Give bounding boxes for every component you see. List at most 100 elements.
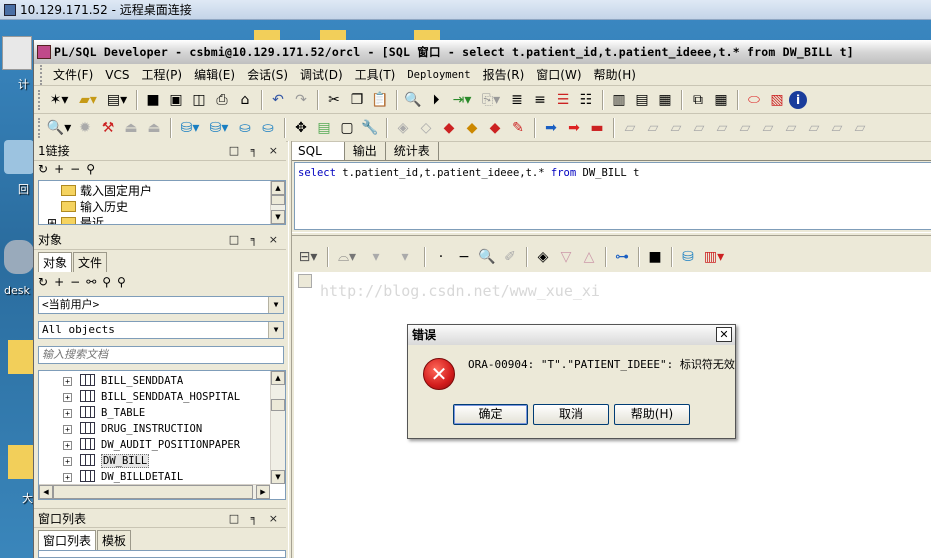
tab-statistics[interactable]: 统计表 xyxy=(386,142,439,160)
tree-item[interactable]: + DRUG_INSTRUCTION xyxy=(39,421,202,437)
print-preview-icon[interactable]: ⌂ xyxy=(234,89,256,111)
disabled-tool-5-icon[interactable]: ▱ xyxy=(711,117,733,139)
tab-files[interactable]: 文件 xyxy=(73,252,108,272)
tab-output[interactable]: 输出 xyxy=(345,142,386,160)
wrench-tool-icon[interactable]: 🔧 xyxy=(359,117,381,139)
copy-icon[interactable]: ❐ xyxy=(346,89,368,111)
chart-icon[interactable]: ▥▾ xyxy=(700,246,728,268)
tile-vertical-icon[interactable]: ▥ xyxy=(608,89,630,111)
refresh-icon[interactable]: ↻ xyxy=(38,275,54,289)
commit-icon[interactable]: ⏏ xyxy=(120,117,142,139)
disabled-tool-4-icon[interactable]: ▱ xyxy=(688,117,710,139)
chevron-down-icon[interactable]: ▼ xyxy=(268,322,283,338)
cube-red-icon[interactable]: ◆ xyxy=(438,117,460,139)
menu-tools[interactable]: 工具(T) xyxy=(349,64,402,86)
comment-icon[interactable]: ≣ xyxy=(506,89,528,111)
arrow-right-blue-icon[interactable]: ➡ xyxy=(540,117,562,139)
window-list-icon[interactable]: ⧉ xyxy=(687,89,709,111)
paste-icon[interactable]: 📋 xyxy=(369,89,391,111)
tab-sql[interactable]: SQL xyxy=(292,142,345,160)
disabled-tool-9-icon[interactable]: ▱ xyxy=(803,117,825,139)
minus-icon[interactable]: − xyxy=(453,246,475,268)
notes-icon[interactable]: ▤ xyxy=(313,117,335,139)
disabled-tool-1-icon[interactable]: ▱ xyxy=(619,117,641,139)
menu-window[interactable]: 窗口(W) xyxy=(530,64,587,86)
scroll-down-icon[interactable]: ▼ xyxy=(271,210,285,224)
lock-icon[interactable]: ⌓▾ xyxy=(333,246,361,268)
cut-icon[interactable]: ✂ xyxy=(323,89,345,111)
oracle-icon[interactable]: ⬭ xyxy=(743,89,765,111)
arrow-right-red-icon[interactable]: ➡ xyxy=(563,117,585,139)
scroll-left-icon[interactable]: ◀ xyxy=(39,485,53,499)
scroll-up-icon[interactable]: ▲ xyxy=(271,181,285,195)
error-dialog-titlebar[interactable]: 错误 xyxy=(408,325,735,345)
desktop-recycle-bin-icon[interactable] xyxy=(4,140,34,174)
filter-icon[interactable]: ⚲ xyxy=(86,162,101,176)
editor-splitter[interactable] xyxy=(292,232,931,236)
scroll-thumb[interactable] xyxy=(271,195,285,205)
disabled-dropdown-icon[interactable]: ▾ xyxy=(362,246,390,268)
sql-editor[interactable]: select t.patient_id,t.patient_ideee,t.* … xyxy=(294,162,931,230)
tab-window-list[interactable]: 窗口列表 xyxy=(38,530,97,550)
cube-red-2-icon[interactable]: ◆ xyxy=(484,117,506,139)
tree-item-selected[interactable]: + DW_BILL xyxy=(39,453,150,469)
tree-structure-icon[interactable]: ⊶ xyxy=(611,246,633,268)
disabled-dropdown-2-icon[interactable]: ▾ xyxy=(391,246,419,268)
filter-edit-icon[interactable]: ⚲ xyxy=(117,275,132,289)
open-recent-icon[interactable]: ▤▾ xyxy=(103,89,131,111)
tree-item[interactable]: + DW_BILLDETAIL xyxy=(39,469,183,485)
remove-icon[interactable]: − xyxy=(70,162,86,176)
menu-vcs[interactable]: VCS xyxy=(99,64,135,86)
links-scrollbar[interactable]: ▲ ▼ xyxy=(270,181,285,224)
dot-icon[interactable]: · xyxy=(430,246,452,268)
scroll-thumb[interactable] xyxy=(271,399,285,411)
add-icon[interactable]: + xyxy=(54,162,70,176)
document-icon[interactable]: ▢ xyxy=(336,117,358,139)
grid-corner-cell[interactable] xyxy=(298,274,312,288)
tree-item[interactable]: 载入固定用户 xyxy=(39,183,152,199)
add-icon[interactable]: + xyxy=(54,275,70,289)
expand-icon[interactable]: + xyxy=(63,457,72,466)
sql-icon[interactable]: ⛁▾ xyxy=(205,117,233,139)
tools-icon[interactable]: ✥ xyxy=(290,117,312,139)
result-grid-icon[interactable]: ⊟▾ xyxy=(294,246,322,268)
wrench-icon[interactable]: ⚒ xyxy=(97,117,119,139)
expand-icon[interactable]: + xyxy=(63,409,72,418)
object-type-combo[interactable]: All objects ▼ xyxy=(38,321,284,339)
info-icon[interactable]: i xyxy=(789,90,807,109)
tree-item[interactable]: 输入历史 xyxy=(39,199,128,215)
clear-icon[interactable]: ✐ xyxy=(499,246,521,268)
menu-file[interactable]: 文件(F) xyxy=(47,64,99,86)
open-icon[interactable]: ▰▾ xyxy=(74,89,102,111)
undo-icon[interactable]: ↶ xyxy=(267,89,289,111)
result-find-icon[interactable]: 🔍 xyxy=(476,246,498,268)
menu-help[interactable]: 帮助(H) xyxy=(588,64,642,86)
app-titlebar[interactable]: PL/SQL Developer - csbmi@10.129.171.52/o… xyxy=(34,40,931,64)
menu-project[interactable]: 工程(P) xyxy=(136,64,189,86)
db-connect-icon[interactable]: ⛀ xyxy=(234,117,256,139)
links-panel-controls[interactable]: □ ╕ × xyxy=(229,141,282,161)
filter-icon[interactable]: ⚲ xyxy=(102,275,117,289)
up-triangle-icon[interactable]: △ xyxy=(578,246,600,268)
cancel-button[interactable]: 取消 xyxy=(533,404,609,425)
query-icon[interactable]: ◈ xyxy=(532,246,554,268)
diamond-icon[interactable]: ◇ xyxy=(415,117,437,139)
disabled-tool-11-icon[interactable]: ▱ xyxy=(849,117,871,139)
menu-edit[interactable]: 编辑(E) xyxy=(188,64,241,86)
user-combo[interactable]: <当前用户> ▼ xyxy=(38,296,284,314)
uncomment-icon[interactable]: ≡ xyxy=(529,89,551,111)
close-icon[interactable]: ✕ xyxy=(716,327,732,342)
objects-hscrollbar[interactable]: ◀ ▶ xyxy=(39,484,270,499)
window-list-panel-controls[interactable]: □ ╕ × xyxy=(229,509,282,529)
find-next-icon[interactable]: ⏵ xyxy=(425,89,447,111)
tree-item[interactable]: ⊞ 最近 xyxy=(39,215,104,224)
disabled-tool-8-icon[interactable]: ▱ xyxy=(780,117,802,139)
objects-vscrollbar[interactable]: ▲ ▼ xyxy=(270,371,285,484)
database-icon[interactable]: ⛁▾ xyxy=(176,117,204,139)
redo-icon[interactable]: ↷ xyxy=(290,89,312,111)
search-icon[interactable]: 🔍▾ xyxy=(45,117,73,139)
layout-icon[interactable]: ▦ xyxy=(710,89,732,111)
save-all-icon[interactable]: ◫ xyxy=(188,89,210,111)
print-icon[interactable]: ⎙ xyxy=(211,89,233,111)
expand-icon[interactable]: + xyxy=(63,441,72,450)
